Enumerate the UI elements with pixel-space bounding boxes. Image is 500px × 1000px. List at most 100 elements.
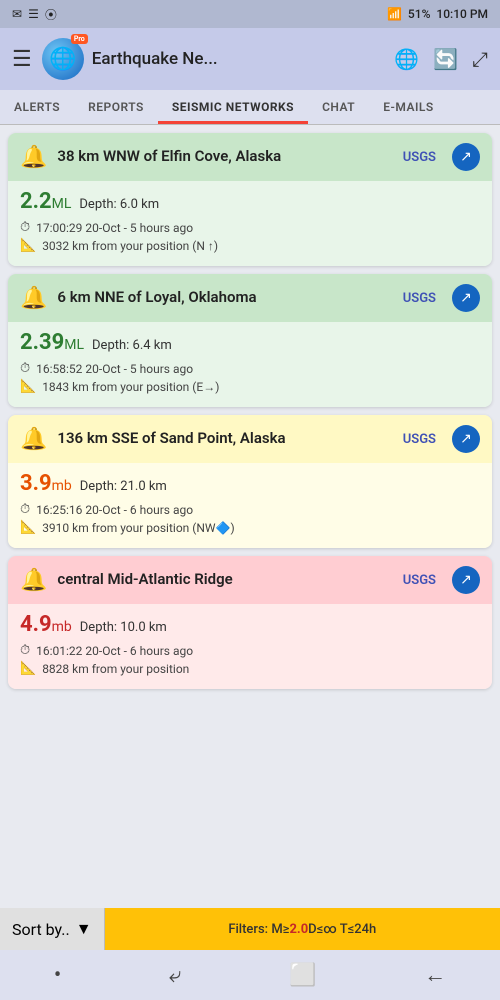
sort-filter-bar: Sort by.. ▼ Filters: M≥2.0 D≤∞ T≤24h [0,908,500,950]
globe-icon[interactable]: 🌐 [394,47,419,71]
signal-icon: 📶 [387,7,402,21]
nav-back-icon[interactable]: ← [424,962,446,988]
filter-mag-value: 2.0 [289,922,308,937]
eq-distance: 8828 km from your position [42,662,189,676]
filter-text-suffix: D≤∞ T≤24h [308,922,376,937]
eq-magnitude: 3.9mb [20,471,72,496]
clock-icon: ⏱ [20,643,30,658]
tab-chat[interactable]: CHAT [308,90,369,124]
earthquake-alert-icon: 🔔 [20,145,47,170]
eq-card-header: 🔔 136 km SSE of Sand Point, Alaska USGS … [8,415,492,463]
sort-bar[interactable]: Sort by.. ▼ [0,908,105,950]
filter-bar[interactable]: Filters: M≥2.0 D≤∞ T≤24h [105,908,500,950]
eq-distance: 3032 km from your position (N ↑) [42,239,218,253]
eq-distance: 1843 km from your position (E→) [42,380,219,394]
eq-card-body: 3.9mb Depth: 21.0 km ⏱ 16:25:16 20-Oct -… [8,463,492,548]
mail-icon: ✉ [12,7,22,21]
eq-depth: Depth: 6.4 km [92,338,172,353]
app-logo: 🌐 Pro [42,38,84,80]
nav-recents-icon[interactable]: ⤶ [169,963,181,988]
eq-magnitude-line: 2.2ML Depth: 6.0 km [20,189,480,214]
clock-icon: ⏱ [20,220,30,235]
compass-icon: 📐 [20,379,36,394]
eq-source[interactable]: USGS [403,291,436,306]
eq-location: 6 km NNE of Loyal, Oklahoma [57,288,392,308]
clock-icon: ⏱ [20,361,30,376]
nav-home-icon[interactable]: ⬜ [289,963,316,988]
earthquake-card: 🔔 38 km WNW of Elfin Cove, Alaska USGS ↗… [8,133,492,266]
header-actions: 🌐 🔄 ⤢ [394,47,488,71]
status-right: 📶 51% 10:10 PM [387,7,488,21]
share-icon: ↗ [460,431,472,447]
tab-reports[interactable]: REPORTS [74,90,158,124]
earthquake-card: 🔔 6 km NNE of Loyal, Oklahoma USGS ↗ 2.3… [8,274,492,407]
clock-icon: ⏱ [20,502,30,517]
eq-distance-row: 📐 1843 km from your position (E→) [20,379,480,394]
eq-magnitude-line: 3.9mb Depth: 21.0 km [20,471,480,496]
bottom-combined: Sort by.. ▼ Filters: M≥2.0 D≤∞ T≤24h • ⤶… [0,908,500,1000]
tab-alerts[interactable]: ALERTS [0,90,74,124]
filter-text-prefix: Filters: M≥ [228,922,289,937]
menu-status-icon: ☰ [28,7,39,21]
tab-seismic-networks[interactable]: SEISMIC NETWORKS [158,90,308,124]
refresh-icon[interactable]: 🔄 [433,47,458,71]
eq-distance: 3910 km from your position (NW🔷) [42,521,235,535]
eq-depth: Depth: 10.0 km [80,620,167,635]
earthquake-alert-icon: 🔔 [20,427,47,452]
eq-card-body: 2.39ML Depth: 6.4 km ⏱ 16:58:52 20-Oct -… [8,322,492,407]
eq-location: 136 km SSE of Sand Point, Alaska [57,429,392,449]
eq-time: 16:58:52 20-Oct - 5 hours ago [36,362,193,376]
share-icon: ↗ [460,290,472,306]
nav-bar: • ⤶ ⬜ ← [0,950,500,1000]
share-button[interactable]: ↗ [452,425,480,453]
earthquake-card: 🔔 136 km SSE of Sand Point, Alaska USGS … [8,415,492,548]
earthquake-list: 🔔 38 km WNW of Elfin Cove, Alaska USGS ↗… [0,125,500,789]
eq-distance-row: 📐 3032 km from your position (N ↑) [20,238,480,253]
eq-time-row: ⏱ 17:00:29 20-Oct - 5 hours ago [20,220,480,235]
eq-time-row: ⏱ 16:01:22 20-Oct - 6 hours ago [20,643,480,658]
share-icon: ↗ [460,149,472,165]
tab-emails[interactable]: E-MAILS [369,90,448,124]
hamburger-menu-icon[interactable]: ☰ [12,47,32,72]
eq-location: central Mid-Atlantic Ridge [57,570,392,590]
eq-time: 17:00:29 20-Oct - 5 hours ago [36,221,193,235]
sort-label: Sort by.. [12,920,70,939]
eq-card-header: 🔔 38 km WNW of Elfin Cove, Alaska USGS ↗ [8,133,492,181]
eq-time-row: ⏱ 16:25:16 20-Oct - 6 hours ago [20,502,480,517]
eq-magnitude: 2.39ML [20,330,84,355]
tabs-bar: ALERTS REPORTS SEISMIC NETWORKS CHAT E-M… [0,90,500,125]
header-logo-area: 🌐 Pro Earthquake Ne... [42,38,384,80]
time-display: 10:10 PM [436,7,488,21]
eq-time: 16:25:16 20-Oct - 6 hours ago [36,503,193,517]
battery-level: 51% [408,7,430,21]
earthquake-alert-icon: 🔔 [20,568,47,593]
share-button[interactable]: ↗ [452,284,480,312]
share-icon: ↗ [460,572,472,588]
nav-dot-icon[interactable]: • [54,963,61,988]
eq-time-row: ⏱ 16:58:52 20-Oct - 5 hours ago [20,361,480,376]
eq-card-body: 4.9mb Depth: 10.0 km ⏱ 16:01:22 20-Oct -… [8,604,492,689]
expand-icon[interactable]: ⤢ [472,47,488,71]
eq-distance-row: 📐 3910 km from your position (NW🔷) [20,520,480,535]
eq-source[interactable]: USGS [403,150,436,165]
eq-magnitude-line: 4.9mb Depth: 10.0 km [20,612,480,637]
earthquake-card: 🔔 central Mid-Atlantic Ridge USGS ↗ 4.9m… [8,556,492,689]
eq-time: 16:01:22 20-Oct - 6 hours ago [36,644,193,658]
compass-icon: 📐 [20,520,36,535]
location-icon: ⦿ [45,6,57,23]
eq-depth: Depth: 6.0 km [79,197,159,212]
eq-magnitude: 2.2ML [20,189,71,214]
compass-icon: 📐 [20,238,36,253]
app-title: Earthquake Ne... [92,49,218,69]
share-button[interactable]: ↗ [452,143,480,171]
share-button[interactable]: ↗ [452,566,480,594]
eq-source[interactable]: USGS [403,573,436,588]
eq-magnitude-line: 2.39ML Depth: 6.4 km [20,330,480,355]
app-header: ☰ 🌐 Pro Earthquake Ne... 🌐 🔄 ⤢ [0,28,500,90]
eq-card-body: 2.2ML Depth: 6.0 km ⏱ 17:00:29 20-Oct - … [8,181,492,266]
eq-card-header: 🔔 6 km NNE of Loyal, Oklahoma USGS ↗ [8,274,492,322]
status-bar: ✉ ☰ ⦿ 📶 51% 10:10 PM [0,0,500,28]
eq-source[interactable]: USGS [403,432,436,447]
sort-chevron-icon: ▼ [76,919,92,939]
status-left: ✉ ☰ ⦿ [12,6,57,23]
